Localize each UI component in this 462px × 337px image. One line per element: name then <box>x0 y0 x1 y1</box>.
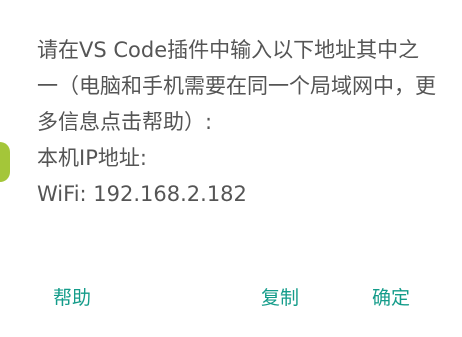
instruction-text: 请在VS Code插件中输入以下地址其中之一（电脑和手机需要在同一个局域网中，更… <box>37 38 436 134</box>
dialog-message: 请在VS Code插件中输入以下地址其中之一（电脑和手机需要在同一个局域网中，更… <box>37 32 439 212</box>
ip-address-dialog: 请在VS Code插件中输入以下地址其中之一（电脑和手机需要在同一个局域网中，更… <box>10 0 462 337</box>
ok-button[interactable]: 确定 <box>366 280 416 316</box>
wifi-ip-address[interactable]: WiFi: 192.168.2.182 <box>37 176 439 212</box>
dialog-actions: 帮助 复制 确定 <box>10 280 462 316</box>
help-button[interactable]: 帮助 <box>47 280 97 316</box>
local-ip-label: 本机IP地址: <box>37 146 147 170</box>
background-app-edge <box>0 142 10 182</box>
copy-button[interactable]: 复制 <box>255 280 305 316</box>
